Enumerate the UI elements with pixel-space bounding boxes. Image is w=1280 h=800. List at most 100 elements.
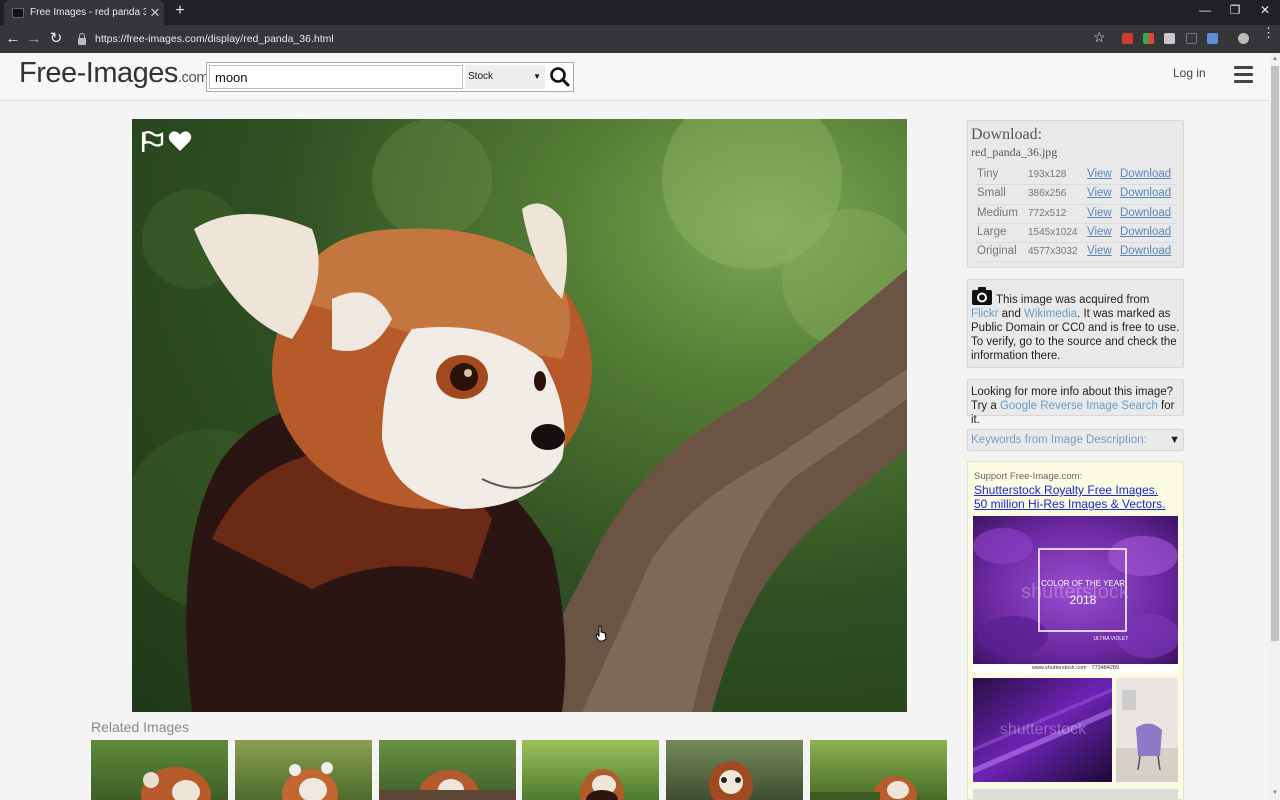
related-image-thumb[interactable] [91, 740, 228, 800]
red-panda-thumb-graphic [141, 767, 211, 800]
login-link[interactable]: Log in [1173, 66, 1206, 80]
red-panda-thumb-graphic [282, 762, 338, 800]
related-image-thumb[interactable] [235, 740, 372, 800]
related-image-thumb[interactable] [810, 740, 947, 800]
scrollbar-thumb[interactable] [1271, 66, 1279, 641]
new-tab-button[interactable]: + [172, 2, 188, 22]
tab-title: Free Images - red panda 36 [30, 7, 146, 18]
search-input[interactable] [209, 65, 463, 89]
bookmark-star-icon[interactable]: ☆ [1093, 29, 1106, 46]
related-images-heading: Related Images [91, 719, 190, 735]
browser-tab[interactable]: Free Images - red panda 36 ✕ [4, 0, 164, 25]
search-icon [550, 67, 570, 87]
profile-icon[interactable] [1238, 33, 1249, 44]
browser-toolbar: ← → ↻ https://free-images.com/display/re… [0, 25, 1280, 53]
download-link[interactable]: Download [1120, 226, 1171, 238]
site-header: Free-Images.com Stock ▼ Log in [0, 53, 1270, 101]
red-panda-thumb-graphic [709, 761, 753, 800]
view-link[interactable]: View [1087, 226, 1112, 238]
extension-icon[interactable] [1207, 33, 1218, 44]
browser-tabbar: Free Images - red panda 36 ✕ + — ❐ ✕ [0, 0, 1280, 25]
size-dimensions: 193x128 [1028, 169, 1067, 180]
heart-icon[interactable] [168, 130, 192, 152]
reload-icon[interactable]: ↻ [46, 29, 66, 49]
size-name: Small [977, 187, 1006, 200]
google-reverse-search-link[interactable]: Google Reverse Image Search [1000, 400, 1158, 412]
minimize-button[interactable]: — [1193, 3, 1217, 21]
tab-favicon-icon [12, 7, 24, 18]
download-link[interactable]: Download [1120, 168, 1171, 180]
download-heading: Download: [971, 126, 1043, 143]
related-image-thumb[interactable] [666, 740, 803, 800]
extension-icon[interactable] [1186, 33, 1197, 44]
download-link[interactable]: Download [1120, 187, 1171, 199]
download-link[interactable]: Download [1120, 245, 1171, 257]
flag-icon[interactable] [140, 131, 164, 152]
related-image-thumb[interactable] [379, 740, 516, 800]
site-logo[interactable]: Free-Images.com [19, 57, 209, 90]
search-type-select[interactable]: Stock ▼ [465, 65, 545, 89]
download-link[interactable]: Download [1120, 207, 1171, 219]
close-window-button[interactable]: ✕ [1253, 3, 1277, 21]
camera-icon [972, 287, 992, 305]
flickr-link[interactable]: Flickr [971, 308, 998, 320]
ad-image-purple[interactable]: shutterstock [973, 678, 1112, 782]
ad-image-ultraviolet[interactable]: COLOR OF THE YEAR 2018 shutterstock ULTR… [973, 516, 1178, 664]
url-text: https://free-images.com/display/red_pand… [95, 33, 334, 45]
keywords-dropdown[interactable]: Keywords from Image Description: ▼ [967, 429, 1184, 451]
ad-support-label: Support Free-Image.com: [974, 471, 1083, 482]
red-panda-thumb-graphic [379, 770, 516, 800]
wikimedia-link[interactable]: Wikimedia [1024, 308, 1077, 320]
size-dimensions: 1545x1024 [1028, 226, 1078, 238]
extension-icon[interactable] [1164, 33, 1175, 44]
scroll-up-icon[interactable]: ▲ [1272, 56, 1278, 62]
forward-icon[interactable]: → [24, 29, 44, 49]
back-icon[interactable]: ← [3, 29, 23, 49]
ad-watermark: shutterstock [1000, 721, 1087, 738]
search-button[interactable] [547, 64, 573, 90]
tab-close-icon[interactable]: ✕ [146, 5, 164, 21]
search-form: Stock ▼ [206, 62, 574, 92]
browser-menu-icon[interactable]: ⋮ [1262, 26, 1275, 39]
view-link[interactable]: View [1087, 187, 1112, 199]
ad-ultraviolet-graphic: COLOR OF THE YEAR 2018 shutterstock ULTR… [973, 516, 1178, 664]
ad-watermark: shutterstock [1021, 581, 1130, 603]
ad-image-room[interactable] [1116, 678, 1178, 782]
red-panda-thumb-graphic [580, 769, 624, 800]
download-row: Medium 772x512 View Download [974, 205, 1177, 224]
shutterstock-link[interactable]: Shutterstock Royalty Free Images. [974, 483, 1158, 497]
dropdown-caret-icon: ▼ [1169, 434, 1180, 446]
view-link[interactable]: View [1087, 245, 1112, 257]
hand-cursor-icon [595, 625, 607, 642]
source-text: and [998, 308, 1025, 320]
download-row: Small 386x256 View Download [974, 185, 1177, 205]
scroll-down-icon[interactable]: ▼ [1272, 790, 1278, 796]
view-link[interactable]: View [1087, 168, 1112, 180]
hamburger-menu-icon[interactable] [1234, 66, 1253, 83]
ad-purple-graphic: shutterstock [973, 678, 1112, 782]
source-info-panel: This image was acquired from Flickr and … [967, 279, 1184, 368]
size-name: Medium [977, 206, 1018, 219]
red-panda-illustration [132, 119, 907, 712]
shutterstock-link-2[interactable]: 50 million Hi-Res Images & Vectors. [974, 497, 1165, 511]
logo-suffix: .com [177, 69, 209, 86]
ad-caption: www.shutterstock.com · 773484289 [973, 664, 1178, 673]
ad-panel: Support Free-Image.com: Shutterstock Roy… [967, 461, 1184, 800]
size-name: Original [977, 245, 1017, 258]
lock-icon [78, 32, 86, 45]
size-name: Large [977, 225, 1007, 238]
main-photo[interactable] [132, 119, 907, 712]
restore-button[interactable]: ❐ [1223, 3, 1247, 21]
search-type-value: Stock [468, 71, 494, 82]
size-name: Tiny [977, 168, 999, 180]
extension-icon[interactable] [1143, 33, 1154, 44]
address-bar[interactable]: https://free-images.com/display/red_pand… [74, 28, 1114, 50]
view-link[interactable]: View [1087, 207, 1112, 219]
download-row: Original 4577x3032 View Download [974, 243, 1177, 263]
download-row: Large 1545x1024 View Download [974, 224, 1177, 244]
related-image-thumb[interactable] [522, 740, 659, 800]
extension-icon[interactable] [1122, 33, 1133, 44]
download-panel: Download: red_panda_36.jpg Tiny 193x128 … [967, 120, 1184, 268]
ad-image-strip[interactable] [973, 789, 1178, 799]
ad-ultra-violet: ULTRA VIOLET [1094, 636, 1129, 642]
